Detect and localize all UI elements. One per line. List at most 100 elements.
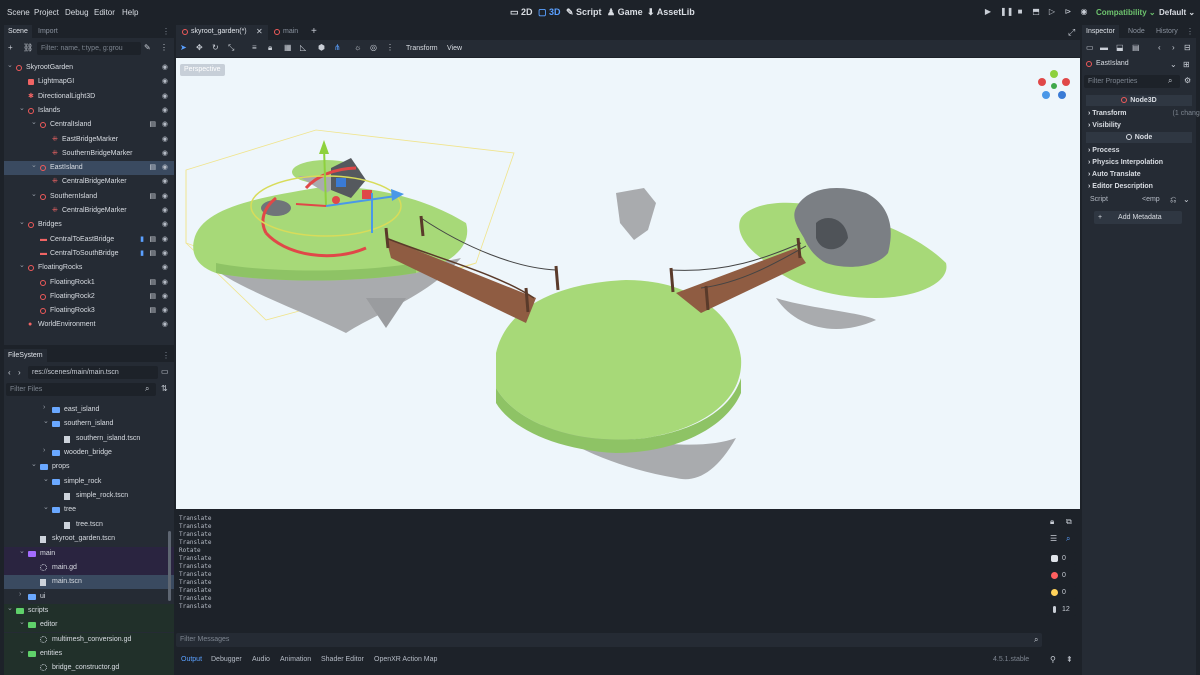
play-scene-icon[interactable]: ▷ — [1048, 8, 1056, 16]
scene-node-row[interactable]: ⌄ CentralIsland ▤ ◉ — [4, 118, 174, 132]
view-menu[interactable]: View — [447, 45, 462, 52]
bottom-tab-debugger[interactable]: Debugger — [211, 656, 242, 663]
expand-arrow-icon[interactable]: ⌄ — [31, 159, 37, 173]
open-scene-icon[interactable]: ▤ — [149, 161, 156, 175]
inspected-node-name[interactable]: EastIsland — [1096, 60, 1129, 67]
output-lock-icon[interactable]: 🔒︎ — [1050, 517, 1054, 527]
filesystem-item[interactable]: ⌄ entities — [4, 645, 174, 661]
tab-inspector[interactable]: Inspector — [1082, 25, 1119, 38]
expand-arrow-icon[interactable]: ⌄ — [7, 59, 13, 73]
mode-2d-button[interactable]: ▭ 2D — [510, 7, 533, 18]
scene-node-row[interactable]: ● WorldEnvironment ◉ — [4, 318, 174, 332]
visibility-eye-icon[interactable]: ◉ — [162, 261, 168, 275]
move-mode-icon[interactable]: ✥ — [196, 43, 203, 52]
transform-menu[interactable]: Transform — [406, 45, 438, 52]
toolbar-menu-icon[interactable]: ⋮ — [386, 43, 394, 52]
scene-node-row[interactable]: FloatingRock3 ▤ ◉ — [4, 304, 174, 318]
filesystem-item[interactable]: multimesh_conversion.gd — [4, 632, 174, 647]
open-scene-icon[interactable]: ▤ — [149, 233, 156, 247]
add-node-icon[interactable]: + — [8, 43, 13, 52]
collapse-arrow-icon[interactable]: › — [19, 588, 21, 602]
add-metadata-button[interactable]: + Add Metadata — [1094, 211, 1182, 224]
bottom-tab-audio[interactable]: Audio — [252, 656, 270, 663]
visibility-eye-icon[interactable]: ◉ — [162, 204, 168, 218]
visibility-eye-icon[interactable]: ◉ — [162, 304, 168, 318]
script-property-value[interactable]: <emp — [1142, 196, 1160, 203]
visibility-eye-icon[interactable]: ◉ — [162, 118, 168, 132]
extra-resource-icon[interactable]: ▤ — [1132, 43, 1140, 52]
fs-scrollbar[interactable] — [168, 531, 171, 601]
open-scene-icon[interactable]: ▤ — [149, 247, 156, 261]
expand-arrow-icon[interactable]: ⌄ — [19, 616, 25, 630]
scene-node-row[interactable]: ▬ CentralToEastBridge ▤ ▮ ◉ — [4, 233, 174, 247]
open-scene-icon[interactable]: ▤ — [149, 190, 156, 204]
play-custom-icon[interactable]: ⊳ — [1064, 8, 1072, 16]
filesystem-item[interactable]: ⌄ simple_rock — [4, 475, 174, 489]
scene-node-row[interactable]: ⌄ FloatingRocks ◉ — [4, 261, 174, 275]
tab-scene[interactable]: Scene — [4, 25, 32, 38]
visibility-eye-icon[interactable]: ◉ — [162, 218, 168, 232]
visibility-section[interactable]: › Visibility — [1088, 120, 1198, 132]
tab-node[interactable]: Node — [1124, 25, 1149, 38]
scene-node-row[interactable]: ⁜ CentralBridgeMarker ◉ — [4, 204, 174, 218]
filesystem-item[interactable]: › east_island — [4, 403, 174, 417]
collapse-arrow-icon[interactable]: › — [43, 444, 45, 458]
filesystem-item[interactable]: main.gd — [4, 560, 174, 575]
filesystem-item[interactable]: skyroot_garden.tscn — [4, 532, 174, 546]
scene-node-row[interactable]: ⁜ EastBridgeMarker ◉ — [4, 133, 174, 147]
remote-debug-icon[interactable]: ⬒ — [1032, 8, 1040, 16]
select-mode-icon[interactable]: ➤ — [180, 43, 187, 52]
filesystem-item[interactable]: main.tscn — [4, 575, 174, 590]
pause-icon[interactable]: ❚❚ — [1000, 8, 1013, 16]
visibility-eye-icon[interactable]: ◉ — [162, 161, 168, 175]
filesystem-item[interactable]: simple_rock.tscn — [4, 489, 174, 503]
visibility-eye-icon[interactable]: ◉ — [162, 61, 168, 75]
editor-description-section[interactable]: › Editor Description — [1088, 181, 1198, 193]
filesystem-item[interactable]: ⌄ props — [4, 460, 174, 474]
distraction-free-icon[interactable]: ⤢ — [1068, 27, 1075, 38]
scene-node-row[interactable]: ⌄ Islands ◉ — [4, 104, 174, 118]
visibility-eye-icon[interactable]: ◉ — [162, 247, 168, 261]
expand-arrow-icon[interactable]: ⌄ — [19, 102, 25, 116]
physics-interpolation-section[interactable]: › Physics Interpolation — [1088, 157, 1198, 169]
scale-mode-icon[interactable]: ⤡ — [228, 43, 234, 53]
filesystem-item[interactable]: ⌄ southern_island — [4, 417, 174, 431]
local-space-icon[interactable]: ⬢ — [318, 43, 325, 52]
history-forward-icon[interactable]: › — [1172, 43, 1175, 52]
new-resource-icon[interactable]: ▭ — [1086, 43, 1094, 52]
log-count-badge[interactable]: 0 — [1047, 552, 1076, 565]
help-icon[interactable]: ⊞ — [1183, 60, 1190, 69]
mode-assetlib-button[interactable]: ⬇ AssetLib — [647, 7, 695, 18]
fs-filter-input[interactable]: Filter Files — [6, 383, 156, 396]
inspector-menu-icon[interactable]: ⋮ — [1186, 27, 1194, 36]
expand-arrow-icon[interactable]: ⌄ — [31, 116, 37, 130]
expand-arrow-icon[interactable]: ⌄ — [19, 645, 25, 659]
visibility-eye-icon[interactable]: ◉ — [162, 233, 168, 247]
scene-filter-input[interactable]: Filter: name, t:type, g:grou — [37, 42, 141, 55]
filesystem-item[interactable]: southern_island.tscn — [4, 432, 174, 446]
split-view-icon[interactable]: ▭ — [161, 367, 169, 376]
collapse-arrow-icon[interactable]: › — [43, 403, 45, 415]
sun-preview-icon[interactable]: ☼ — [354, 43, 361, 52]
open-scene-icon[interactable]: ▤ — [149, 290, 156, 304]
snap-icon[interactable]: ⋔ — [334, 43, 341, 52]
renderer-select[interactable]: Compatibility ⌄ — [1096, 8, 1156, 17]
transform-section[interactable]: › Transform(1 change) — [1088, 108, 1200, 120]
visibility-eye-icon[interactable]: ◉ — [162, 190, 168, 204]
3d-viewport[interactable]: Perspective — [176, 58, 1080, 509]
process-section[interactable]: › Process — [1088, 145, 1198, 157]
visibility-eye-icon[interactable]: ◉ — [162, 175, 168, 189]
mode-script-button[interactable]: ✎ Script — [566, 7, 602, 18]
bottom-tab-output[interactable]: Output — [181, 656, 202, 663]
object-history-icon[interactable]: ⊟ — [1184, 43, 1191, 52]
back-icon[interactable]: ‹ — [8, 368, 11, 377]
open-scene-icon[interactable]: ▤ — [149, 118, 156, 132]
scene-tab-active[interactable]: skyroot_garden(*) ✕ — [176, 25, 268, 40]
list-select-icon[interactable]: ≡ — [252, 43, 257, 52]
scene-node-row[interactable]: ⁜ CentralBridgeMarker ◉ — [4, 175, 174, 189]
info-count-badge[interactable]: 12 — [1047, 603, 1076, 616]
filesystem-item[interactable]: › ui — [4, 590, 174, 604]
dock-menu-icon[interactable]: ⋮ — [162, 27, 170, 36]
bottom-tab-openxr-action-map[interactable]: OpenXR Action Map — [374, 656, 437, 663]
filesystem-item[interactable]: ⌄ editor — [4, 616, 174, 633]
